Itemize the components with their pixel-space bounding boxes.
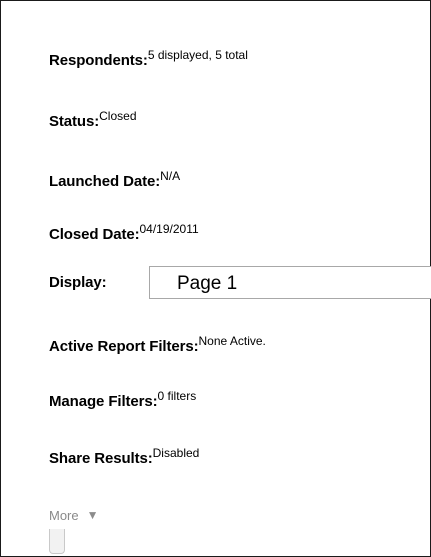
report-info-panel: Respondents:5 displayed, 5 total Status:… (0, 0, 431, 557)
more-label: More (49, 508, 79, 523)
closed-date-row: Closed Date:04/19/2011 (49, 222, 199, 244)
manage-filters-row: Manage Filters:0 filters (49, 389, 196, 411)
closed-date-label: Closed Date: (49, 226, 140, 243)
launched-date-label: Launched Date: (49, 173, 161, 190)
display-page-select[interactable]: Page 1 (149, 266, 431, 299)
active-report-filters-label: Active Report Filters: (49, 338, 199, 355)
share-results-value[interactable]: Disabled (153, 446, 200, 460)
collapsed-tab-handle[interactable] (49, 529, 65, 554)
triangle-down-icon: ▼ (86, 508, 99, 522)
manage-filters-label[interactable]: Manage Filters: (49, 393, 158, 410)
share-results-label[interactable]: Share Results: (49, 450, 153, 467)
status-value: Closed (99, 109, 137, 123)
launched-date-value: N/A (160, 169, 181, 183)
respondents-value: 5 displayed, 5 total (147, 48, 248, 62)
respondents-row: Respondents:5 displayed, 5 total (49, 48, 248, 70)
launched-date-row: Launched Date:N/A (49, 169, 180, 191)
respondents-label: Respondents: (49, 52, 148, 69)
status-label: Status: (49, 113, 100, 130)
active-report-filters-row: Active Report Filters:None Active. (49, 334, 266, 356)
more-toggle[interactable]: More ▼ (49, 508, 99, 523)
active-report-filters-value: None Active. (198, 334, 266, 348)
display-row: Display: (49, 274, 107, 292)
display-selected-value: Page 1 (177, 273, 238, 294)
status-row: Status:Closed (49, 109, 137, 131)
closed-date-value: 04/19/2011 (139, 222, 199, 236)
share-results-row: Share Results:Disabled (49, 446, 199, 468)
manage-filters-value[interactable]: 0 filters (158, 389, 197, 403)
display-label: Display: (49, 274, 107, 291)
